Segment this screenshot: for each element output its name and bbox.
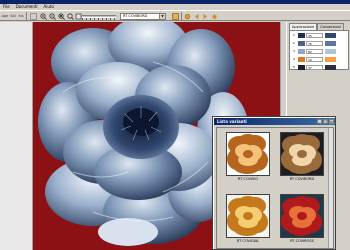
- tool-d-button[interactable]: [210, 12, 219, 21]
- variant-label: RT COVIRORD: [289, 177, 315, 181]
- zoom-out-icon: [49, 13, 56, 20]
- select-tool-button[interactable]: [29, 12, 38, 21]
- color-swatch-target: [325, 49, 336, 54]
- color-swatch: [298, 49, 305, 54]
- variant-label: RT COVISIO: [237, 177, 258, 181]
- variant-image: [226, 194, 270, 238]
- rose-thumbnail-art: [227, 195, 269, 237]
- rose-thumbnail-art: [281, 195, 323, 237]
- variants-scrollbar[interactable]: [328, 128, 333, 248]
- palette-icon: [172, 13, 179, 20]
- chevron-down-icon[interactable]: ▼: [159, 14, 165, 19]
- variants-window-title: Lista varianti: [217, 119, 247, 124]
- tool-a-button[interactable]: [183, 12, 192, 21]
- toolbar: Ape Sal Ins RT COVIBORD ▼: [0, 10, 350, 21]
- select-icon: [30, 13, 37, 20]
- color-index: 4: [293, 57, 295, 61]
- zoom-in-icon: [40, 13, 47, 20]
- arrow-right-icon: [203, 14, 207, 19]
- color-value-field[interactable]: 82: [306, 49, 323, 54]
- variants-window-titlebar[interactable]: Lista varianti _ □ ×: [214, 118, 335, 125]
- color-index: 2: [293, 41, 295, 45]
- tool-b-button[interactable]: [192, 12, 201, 21]
- zoom-reset-icon: [67, 13, 74, 20]
- color-value-field[interactable]: 35: [306, 33, 323, 38]
- color-row[interactable]: 3 82: [291, 48, 349, 55]
- variant-image: [226, 132, 270, 176]
- variant-thumbnail[interactable]: RT COVISIO: [226, 132, 270, 182]
- variant-select-value: RT COVIBORD: [123, 14, 148, 18]
- color-index: 3: [293, 49, 295, 53]
- color-row[interactable]: 4 10: [291, 56, 349, 63]
- panel-tabs: Applicazione Conversioni: [289, 23, 344, 30]
- color-swatch-target: [325, 57, 336, 62]
- color-value-field[interactable]: 97: [306, 65, 323, 70]
- toolbar-separator: [181, 12, 182, 21]
- variant-thumbnail[interactable]: RT COVIROSS: [280, 194, 324, 244]
- open-button[interactable]: Ape: [1, 12, 9, 21]
- variant-image: [280, 194, 324, 238]
- color-index: 5: [293, 65, 295, 69]
- color-value-field[interactable]: 10: [306, 57, 323, 62]
- zoom-in-button[interactable]: [39, 12, 48, 21]
- left-ruler-panel: [0, 22, 33, 250]
- zoom-fit-button[interactable]: [57, 12, 66, 21]
- window-controls: _ □ ×: [317, 119, 334, 124]
- color-index: 1: [293, 33, 295, 37]
- tab-application[interactable]: Applicazione: [289, 23, 318, 30]
- rose-thumbnail-art: [227, 133, 269, 175]
- star-icon: [211, 13, 218, 20]
- color-list: 1 35 2 76 3 82 4 10 5 97: [289, 30, 349, 70]
- variant-label: RT COVIGIAL: [236, 239, 260, 243]
- minimize-button[interactable]: _: [317, 119, 322, 124]
- color-swatch-target: [325, 33, 336, 38]
- color-row[interactable]: 5 97: [291, 64, 349, 71]
- palette-button[interactable]: [171, 12, 180, 21]
- zoom-fit-icon: [58, 13, 65, 20]
- variant-label: RT COVIROSS: [290, 239, 314, 243]
- print-button[interactable]: Ins: [17, 12, 25, 21]
- color-swatch: [298, 57, 305, 62]
- gear-icon: [184, 13, 191, 20]
- color-swatch: [298, 33, 305, 38]
- color-value-field[interactable]: 76: [306, 41, 323, 46]
- variant-thumbnail[interactable]: RT COVIGIAL: [226, 194, 270, 244]
- variants-grid: RT COVISIO RT COVIRORD RT COVIGIAL RT CO…: [216, 127, 334, 249]
- maximize-button[interactable]: □: [323, 119, 328, 124]
- save-button[interactable]: Sal: [9, 12, 17, 21]
- color-row[interactable]: 1 35: [291, 32, 349, 39]
- color-row[interactable]: 2 76: [291, 40, 349, 47]
- color-swatch-target: [325, 41, 336, 46]
- tool-c-button[interactable]: [201, 12, 210, 21]
- color-swatch: [298, 65, 305, 70]
- tab-conversions[interactable]: Conversioni: [317, 23, 344, 30]
- variant-thumbnail[interactable]: RT COVIRORD: [280, 132, 324, 182]
- zoom-window-icon: [75, 13, 82, 20]
- arrow-left-icon: [195, 14, 199, 19]
- zoom-out-button[interactable]: [48, 12, 57, 21]
- variant-image: [280, 132, 324, 176]
- variants-window: Lista varianti _ □ × RT COVISIO RT COVIR…: [212, 116, 336, 250]
- variant-select[interactable]: RT COVIBORD ▼: [120, 13, 166, 20]
- toolbar-separator: [26, 12, 27, 21]
- color-swatch: [298, 41, 305, 46]
- rose-thumbnail-art: [281, 133, 323, 175]
- zoom-slider-ticks: [82, 18, 116, 20]
- color-swatch-target: [325, 65, 336, 70]
- close-button[interactable]: ×: [329, 119, 334, 124]
